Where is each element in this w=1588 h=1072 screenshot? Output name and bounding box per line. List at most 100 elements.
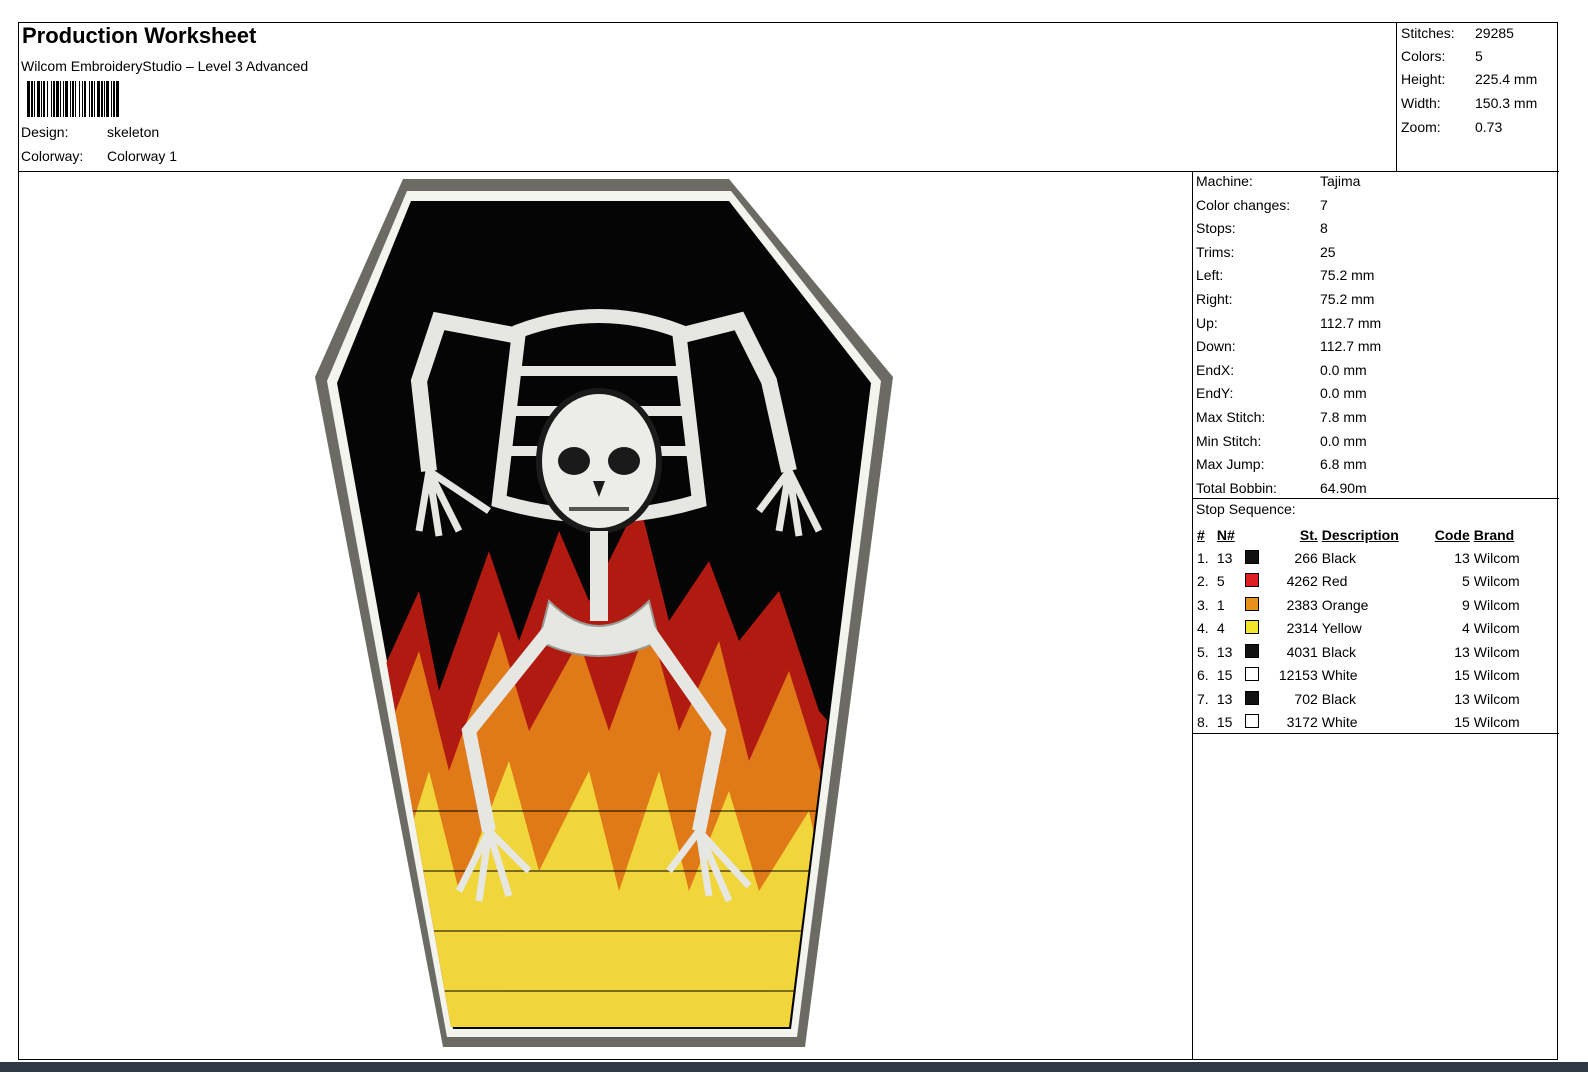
needle-number: 13 <box>1216 690 1233 707</box>
machine-info-value: Tajima <box>1320 173 1361 189</box>
row-number: 7. <box>1197 690 1209 707</box>
colorway-label: Colorway: <box>21 148 84 164</box>
thread-code: 15 <box>1454 667 1470 684</box>
barcode <box>27 81 119 117</box>
divider <box>1193 733 1559 734</box>
machine-info-label: Left: <box>1196 267 1224 284</box>
machine-info-label: Right: <box>1196 291 1233 307</box>
thread-code: 13 <box>1454 549 1470 566</box>
summary-row: Height: 225.4 mm <box>1401 71 1537 87</box>
machine-info-label: EndY: <box>1196 385 1234 402</box>
thread-description: Black <box>1321 690 1356 707</box>
embroidery-design-image <box>315 179 893 1047</box>
row-number: 1. <box>1197 549 1209 566</box>
machine-info-row: Trims: 25 <box>1196 244 1336 260</box>
table-row: 4. 4 2314 Yellow 4 Wilcom <box>1195 617 1535 641</box>
machine-info-value: 8 <box>1320 220 1328 237</box>
stitch-count: 4031 <box>1286 643 1318 660</box>
table-row: 2. 5 4262 Red 5 Wilcom <box>1195 570 1535 594</box>
thread-brand: Wilcom <box>1473 620 1520 637</box>
summary-label: Stitches: <box>1401 25 1455 41</box>
thread-code: 9 <box>1461 596 1470 613</box>
row-number: 5. <box>1197 643 1209 660</box>
machine-info-value: 25 <box>1320 243 1336 260</box>
stitch-count: 3172 <box>1286 714 1318 731</box>
design-preview <box>19 171 1192 1059</box>
machine-info-row: Machine: Tajima <box>1196 173 1360 189</box>
thread-description: Black <box>1321 643 1356 660</box>
thread-description: Orange <box>1321 596 1369 613</box>
machine-info-label: Trims: <box>1196 243 1235 260</box>
table-row: 3. 1 2383 Orange 9 Wilcom <box>1195 593 1535 617</box>
machine-info-value: 6.8 mm <box>1320 456 1367 473</box>
worksheet-header: Production Worksheet Wilcom EmbroiderySt… <box>19 23 1396 172</box>
machine-info-value: 75.2 mm <box>1320 291 1375 307</box>
table-row: 6. 15 12153 White 15 Wilcom <box>1195 664 1535 688</box>
summary-value: 0.73 <box>1475 119 1503 135</box>
thread-brand: Wilcom <box>1473 573 1520 590</box>
needle-number: 1 <box>1216 596 1225 613</box>
machine-info-row: Up: 112.7 mm <box>1196 315 1381 331</box>
thread-color-swatch <box>1244 690 1259 705</box>
thread-code: 5 <box>1461 573 1470 590</box>
summary-label: Zoom: <box>1401 119 1441 135</box>
thread-color-swatch <box>1244 643 1259 658</box>
col-header-stitches: St. <box>1299 526 1318 543</box>
summary-value: 5 <box>1475 48 1483 64</box>
production-worksheet: Production Worksheet Wilcom EmbroiderySt… <box>18 22 1559 1060</box>
thread-color-swatch <box>1244 714 1259 729</box>
needle-number: 5 <box>1216 573 1225 590</box>
machine-info-row: Left: 75.2 mm <box>1196 267 1374 283</box>
machine-info-value: 112.7 mm <box>1320 338 1382 355</box>
color-swatch <box>1243 687 1266 711</box>
needle-number: 15 <box>1216 714 1233 731</box>
machine-info-label: Max Stitch: <box>1196 409 1266 425</box>
row-number: 8. <box>1197 714 1209 731</box>
divider <box>1193 498 1559 499</box>
machine-info-panel: Machine: Tajima Color changes: 7 Stops: 8 Trim… <box>1192 171 1559 1059</box>
software-subtitle: Wilcom EmbroideryStudio – Level 3 Advanc… <box>21 58 309 74</box>
thread-code: 13 <box>1454 690 1470 707</box>
thread-brand: Wilcom <box>1473 596 1520 613</box>
color-swatch <box>1243 570 1266 594</box>
color-swatch <box>1243 640 1266 664</box>
machine-info-row: Max Stitch: 7.8 mm <box>1196 409 1367 425</box>
col-header-number: # <box>1197 526 1205 543</box>
thread-code: 13 <box>1454 643 1470 660</box>
colorway-row: Colorway: Colorway 1 <box>21 148 177 164</box>
machine-info-row: EndY: 0.0 mm <box>1196 385 1367 401</box>
summary-row: Stitches: 29285 <box>1401 25 1514 41</box>
col-header-description: Description <box>1321 526 1399 543</box>
needle-number: 15 <box>1216 667 1233 684</box>
machine-info-row: Down: 112.7 mm <box>1196 338 1381 354</box>
machine-info-row: Color changes: 7 <box>1196 197 1328 213</box>
color-swatch <box>1243 664 1266 688</box>
machine-info-label: Stops: <box>1196 220 1236 237</box>
color-swatch <box>1243 546 1266 570</box>
color-swatch <box>1243 711 1266 735</box>
thread-color-swatch <box>1244 667 1259 682</box>
thread-brand: Wilcom <box>1473 667 1520 684</box>
summary-panel: Stitches: 29285 Colors: 5 Height: 225.4 mm … <box>1396 23 1559 172</box>
page-title: Production Worksheet <box>22 23 257 48</box>
colorway-value: Colorway 1 <box>107 148 178 164</box>
table-row: 1. 13 266 Black 13 Wilcom <box>1195 546 1535 570</box>
stop-sequence-table: # N# St. Description Code Brand 1. 13 266 B… <box>1195 523 1535 734</box>
thread-brand: Wilcom <box>1473 690 1520 707</box>
needle-number: 13 <box>1216 643 1233 660</box>
col-header-swatch <box>1243 523 1266 546</box>
thread-brand: Wilcom <box>1473 714 1520 731</box>
color-swatch <box>1243 593 1266 617</box>
col-header-code: Code <box>1434 526 1470 543</box>
table-header-row: # N# St. Description Code Brand <box>1195 523 1535 546</box>
summary-label: Width: <box>1401 95 1441 111</box>
machine-info-row: EndX: 0.0 mm <box>1196 362 1367 378</box>
machine-info-row: Right: 75.2 mm <box>1196 291 1374 307</box>
col-header-brand: Brand <box>1473 526 1515 543</box>
machine-info-value: 7.8 mm <box>1320 409 1367 425</box>
stitch-count: 2383 <box>1286 596 1318 613</box>
machine-info-row: Stops: 8 <box>1196 220 1328 236</box>
machine-info-value: 0.0 mm <box>1320 432 1367 449</box>
stitch-count: 12153 <box>1278 667 1318 684</box>
stitch-count: 266 <box>1294 549 1318 566</box>
